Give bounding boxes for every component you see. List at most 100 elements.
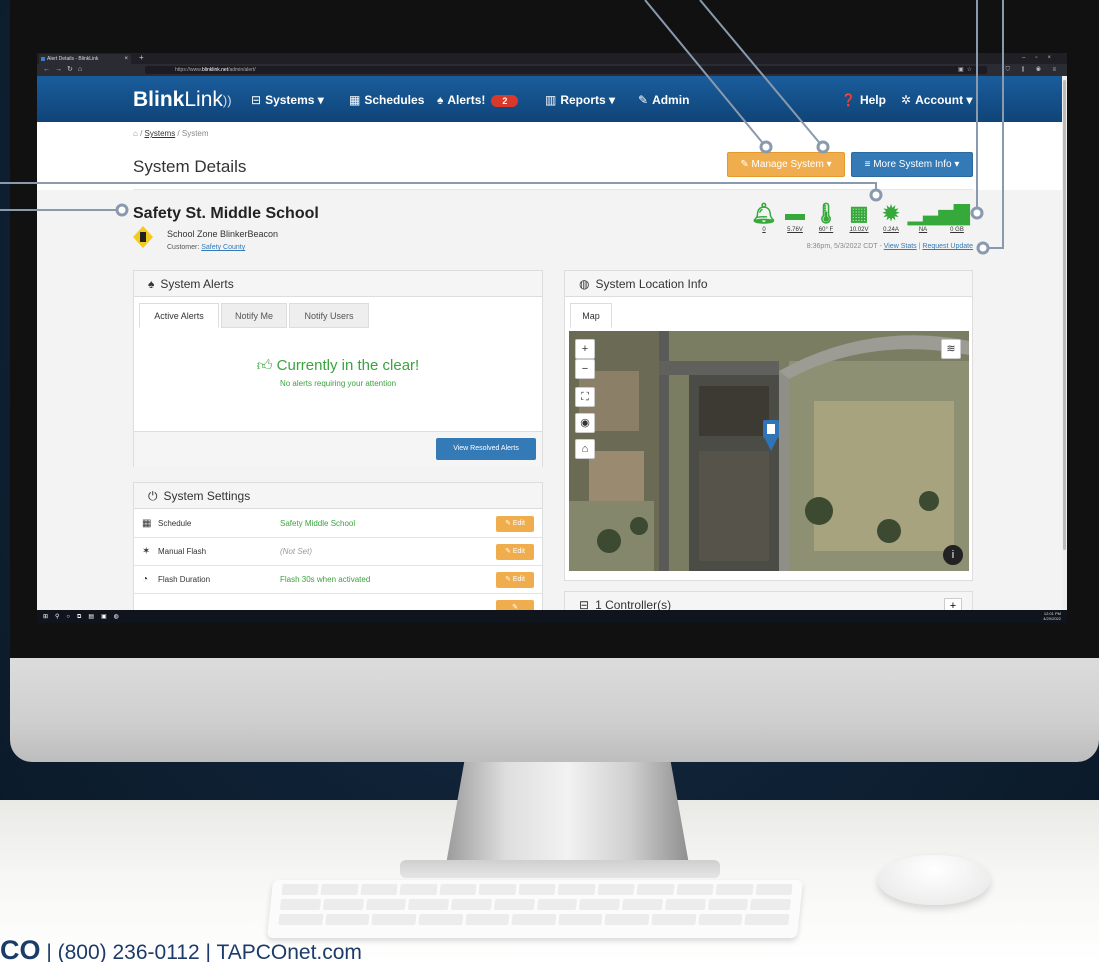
- zoom-in-button[interactable]: +: [575, 339, 595, 359]
- thermometer-icon: 🌡︎: [813, 203, 839, 225]
- nav-reports[interactable]: ▥ Reports ▾: [545, 93, 615, 107]
- browser-toolbar: ←→↻⌂ https://www.blinklink.net/admin/ale…: [37, 64, 1067, 76]
- window-controls[interactable]: –▫×: [1022, 53, 1061, 64]
- setting-row-flash-duration: ◔ Flash Duration Flash 30s when activate…: [134, 566, 542, 594]
- bell-icon: 🔔︎: [751, 203, 777, 225]
- system-location-panel: ◍ System Location Info Map + − ⛶ ◉ ⌂ ≋ i: [564, 270, 973, 581]
- url-text: https://www.blinklink.net/admin/alert/: [175, 67, 256, 73]
- edit-flash-duration-button[interactable]: ✎ Edit: [496, 572, 534, 588]
- bar-chart-icon: ▥: [545, 93, 557, 107]
- stat-battery[interactable]: ▬ 5.76V: [780, 203, 810, 233]
- nav-schedules[interactable]: ▦ Schedules: [349, 93, 424, 107]
- footer-site: | TAPCOnet.com: [205, 941, 362, 962]
- nav-help[interactable]: ❓ Help: [841, 93, 886, 107]
- drive-icon: ⊟: [251, 93, 262, 107]
- nav-systems[interactable]: ⊟ Systems ▾: [251, 93, 324, 107]
- thumbs-up-icon: 👍︎: [256, 357, 273, 374]
- satellite-map[interactable]: + − ⛶ ◉ ⌂ ≋ i: [569, 331, 969, 571]
- bell-icon: ♠: [437, 93, 444, 107]
- fullscreen-button[interactable]: ⛶: [575, 387, 595, 407]
- manage-system-button[interactable]: ✎ Manage System ▾: [727, 152, 845, 177]
- all-clear-message: 👍︎ Currently in the clear!: [256, 357, 420, 374]
- system-alerts-panel: ♠ System Alerts Active Alerts Notify Me N…: [133, 270, 543, 467]
- calendar-icon: ▦: [349, 93, 361, 107]
- os-taskbar: ⊞⚲○⧉▤▣◍ 12:01 PM 4/20/2022: [37, 610, 1067, 623]
- tab-notify-me[interactable]: Notify Me: [221, 303, 287, 328]
- nav-admin[interactable]: ✎ Admin: [638, 93, 689, 107]
- footer-brand: CO | (800) 236-0112 | TAPCOnet.com: [0, 935, 520, 962]
- flash-icon: ✶: [142, 546, 151, 557]
- nav-alerts[interactable]: ♠ Alerts! 2: [437, 93, 519, 107]
- signal-icon: ▁▃▅▇: [908, 203, 970, 225]
- battery-icon: ▬: [785, 203, 805, 225]
- system-name: Safety St. Middle School: [133, 205, 319, 222]
- mouse: [878, 855, 990, 905]
- monitor-stand: [445, 760, 690, 870]
- screen: Alert Details - BlinkLink × + –▫× ←→↻⌂ h…: [37, 53, 1067, 623]
- browser-tab-title: Alert Details - BlinkLink: [47, 56, 99, 62]
- taskbar-clock[interactable]: 12:01 PM 4/20/2022: [1043, 611, 1061, 621]
- close-tab-icon[interactable]: ×: [124, 54, 128, 64]
- edit-schedule-button[interactable]: ✎ Edit: [496, 516, 534, 532]
- page-scrollbar[interactable]: [1062, 76, 1067, 610]
- breadcrumb-systems[interactable]: Systems: [145, 129, 176, 138]
- stat-alerts[interactable]: 🔔︎ 0: [749, 203, 779, 233]
- new-tab-icon[interactable]: +: [139, 53, 144, 63]
- app-navbar: BlinkLink)) ⊟ Systems ▾ ▦ Schedules ♠ Alert…: [37, 76, 1067, 122]
- browser-toolbar-icons[interactable]: ⛉ ⫼ ◉ ≡: [1005, 64, 1061, 76]
- monitor-chin: [10, 658, 1099, 762]
- setting-row-manual-flash: ✶ Manual Flash (Not Set) ✎ Edit: [134, 538, 542, 566]
- signal-waves-icon: )): [222, 92, 232, 108]
- stat-charge-current[interactable]: ✹ 0.24A: [876, 203, 906, 233]
- alerts-count-badge: 2: [491, 95, 519, 107]
- all-clear-subtext: No alerts requiring your attention: [279, 379, 397, 388]
- browser-tab[interactable]: Alert Details - BlinkLink ×: [39, 54, 131, 64]
- breadcrumb-system: System: [181, 129, 209, 138]
- tab-notify-users[interactable]: Notify Users: [289, 303, 369, 328]
- pencil-icon: ✎: [740, 159, 749, 170]
- keyboard: [266, 880, 804, 938]
- system-customer: Customer: Safety County: [167, 244, 246, 251]
- nav-account[interactable]: ✲ Account ▾: [901, 93, 972, 107]
- footer-logo: CO: [0, 935, 41, 962]
- alerts-footer: View Resolved Alerts: [134, 431, 542, 467]
- map-imagery: [569, 331, 969, 571]
- locate-button[interactable]: ◉: [575, 413, 595, 433]
- view-stats-link[interactable]: View Stats: [884, 243, 917, 250]
- edit-manual-flash-button[interactable]: ✎ Edit: [496, 544, 534, 560]
- info-icon[interactable]: i: [943, 545, 963, 565]
- home-icon[interactable]: ⌂: [133, 129, 138, 138]
- more-system-info-button[interactable]: ≡ More System Info ▾: [851, 152, 973, 177]
- list-icon: ≡: [864, 159, 871, 170]
- customer-link[interactable]: Safety County: [201, 244, 245, 251]
- system-settings-panel: ⏻ System Settings ▦ Schedule Safety Middl…: [133, 482, 543, 622]
- gear-icon: ✲: [901, 93, 912, 107]
- layers-button[interactable]: ≋: [941, 339, 961, 359]
- url-action-icons[interactable]: ▣☆: [958, 66, 975, 74]
- view-resolved-alerts-button[interactable]: View Resolved Alerts: [436, 438, 536, 460]
- url-field[interactable]: https://www.blinklink.net/admin/alert/ ▣…: [145, 66, 987, 74]
- taskbar-icons[interactable]: ⊞⚲○⧉▤▣◍: [43, 613, 126, 621]
- browser-tabstrip: Alert Details - BlinkLink × + –▫×: [37, 53, 1067, 64]
- browser-nav-buttons[interactable]: ←→↻⌂: [43, 64, 87, 76]
- tab-active-alerts[interactable]: Active Alerts: [139, 303, 219, 328]
- wrench-icon: ✎: [638, 93, 649, 107]
- system-type: School Zone BlinkerBeacon: [167, 229, 279, 239]
- sun-icon: ✹: [882, 203, 900, 225]
- system-location-header: ◍ System Location Info: [565, 271, 972, 297]
- bell-icon: ♠: [148, 277, 155, 291]
- system-alerts-header: ♠ System Alerts: [134, 271, 542, 297]
- brand-logo[interactable]: BlinkLink)): [133, 88, 232, 112]
- zoom-out-button[interactable]: −: [575, 359, 595, 379]
- stat-solar[interactable]: ▦ 10.02V: [844, 203, 874, 233]
- stat-signal[interactable]: ▁▃▅▇ NA: [908, 203, 970, 233]
- tab-map[interactable]: Map: [570, 303, 612, 328]
- stat-data-usage[interactable]: ☁ 0 GB: [942, 203, 972, 233]
- school-zone-marker-icon[interactable]: [762, 419, 780, 451]
- map-home-button[interactable]: ⌂: [575, 439, 595, 459]
- stat-temperature[interactable]: 🌡︎ 60° F: [811, 203, 841, 233]
- request-update-link[interactable]: Request Update: [922, 243, 973, 250]
- favicon-icon: [41, 57, 45, 61]
- stats-footer: 8:36pm, 5/3/2022 CDT - View Stats | Requ…: [806, 243, 973, 250]
- calendar-icon: ▦: [142, 518, 152, 529]
